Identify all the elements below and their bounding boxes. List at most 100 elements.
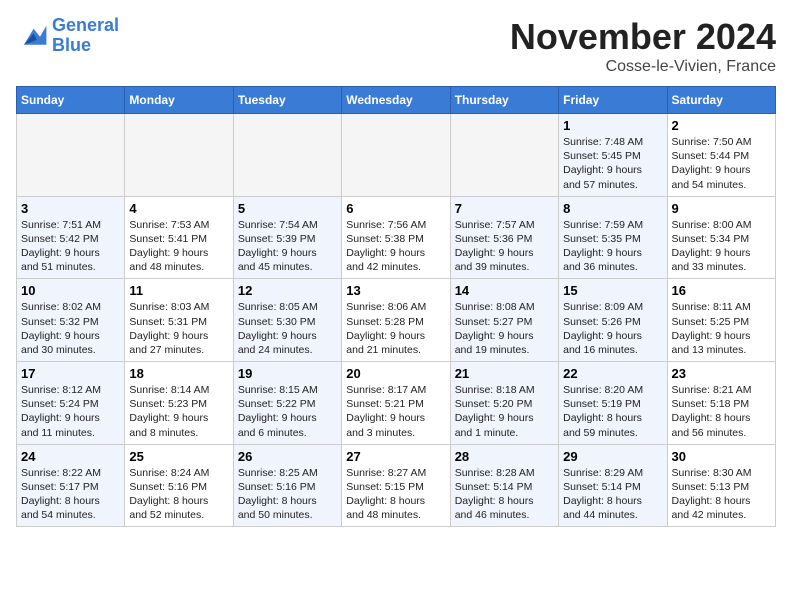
day-info: Sunrise: 8:08 AM Sunset: 5:27 PM Dayligh… [455,300,554,357]
day-info: Sunrise: 8:14 AM Sunset: 5:23 PM Dayligh… [129,383,228,440]
weekday-header-saturday: Saturday [667,87,775,114]
logo-general: General [52,15,119,35]
day-number: 19 [238,366,337,381]
calendar-cell: 21Sunrise: 8:18 AM Sunset: 5:20 PM Dayli… [450,362,558,445]
week-row-2: 3 Sunrise: 7:51 AM Sunset: 5:42 PM Daylig… [17,196,776,279]
day-info: Sunrise: 8:15 AM Sunset: 5:22 PM Dayligh… [238,383,337,440]
header: General Blue November 2024 Cosse-le-Vivi… [16,16,776,76]
title-area: November 2024 Cosse-le-Vivien, France [510,16,776,76]
weekday-header-friday: Friday [559,87,667,114]
week-row-4: 17 Sunrise: 8:12 AM Sunset: 5:24 PM Dayli… [17,362,776,445]
weekday-header-row: SundayMondayTuesdayWednesdayThursdayFrid… [17,87,776,114]
weekday-header-wednesday: Wednesday [342,87,450,114]
day-info: Sunrise: 7:54 AM Sunset: 5:39 PM Dayligh… [238,218,337,275]
calendar-cell [125,114,233,197]
logo-icon [16,22,48,50]
day-info: Sunrise: 8:03 AM Sunset: 5:31 PM Dayligh… [129,300,228,357]
day-number: 15 [563,283,662,298]
day-number: 13 [346,283,445,298]
day-number: 29 [563,449,662,464]
calendar-cell: 5 Sunrise: 7:54 AM Sunset: 5:39 PM Daylig… [233,196,341,279]
day-info: Sunrise: 7:48 AM Sunset: 5:45 PM Dayligh… [563,135,662,192]
day-info: Sunrise: 8:05 AM Sunset: 5:30 PM Dayligh… [238,300,337,357]
calendar-cell: 8 Sunrise: 7:59 AM Sunset: 5:35 PM Daylig… [559,196,667,279]
day-info: Sunrise: 8:00 AM Sunset: 5:34 PM Dayligh… [672,218,771,275]
day-number: 7 [455,201,554,216]
calendar-cell: 13 Sunrise: 8:06 AM Sunset: 5:28 PM Dayli… [342,279,450,362]
day-number: 24 [21,449,120,464]
month-title: November 2024 [510,16,776,58]
day-info: Sunrise: 7:51 AM Sunset: 5:42 PM Dayligh… [21,218,120,275]
day-number: 8 [563,201,662,216]
calendar-cell: 1Sunrise: 7:48 AM Sunset: 5:45 PM Daylig… [559,114,667,197]
day-info: Sunrise: 8:11 AM Sunset: 5:25 PM Dayligh… [672,300,771,357]
calendar-cell: 17 Sunrise: 8:12 AM Sunset: 5:24 PM Dayli… [17,362,125,445]
weekday-header-tuesday: Tuesday [233,87,341,114]
calendar-cell: 7 Sunrise: 7:57 AM Sunset: 5:36 PM Daylig… [450,196,558,279]
calendar-cell: 16Sunrise: 8:11 AM Sunset: 5:25 PM Dayli… [667,279,775,362]
day-info: Sunrise: 8:25 AM Sunset: 5:16 PM Dayligh… [238,466,337,523]
weekday-header-sunday: Sunday [17,87,125,114]
day-info: Sunrise: 8:06 AM Sunset: 5:28 PM Dayligh… [346,300,445,357]
day-info: Sunrise: 7:57 AM Sunset: 5:36 PM Dayligh… [455,218,554,275]
calendar-table: SundayMondayTuesdayWednesdayThursdayFrid… [16,86,776,527]
location: Cosse-le-Vivien, France [510,58,776,76]
calendar-cell: 14 Sunrise: 8:08 AM Sunset: 5:27 PM Dayli… [450,279,558,362]
weekday-header-thursday: Thursday [450,87,558,114]
day-number: 4 [129,201,228,216]
day-info: Sunrise: 8:21 AM Sunset: 5:18 PM Dayligh… [672,383,771,440]
day-info: Sunrise: 8:24 AM Sunset: 5:16 PM Dayligh… [129,466,228,523]
logo-blue: Blue [52,35,91,55]
day-info: Sunrise: 8:22 AM Sunset: 5:17 PM Dayligh… [21,466,120,523]
calendar-cell: 11 Sunrise: 8:03 AM Sunset: 5:31 PM Dayli… [125,279,233,362]
day-number: 6 [346,201,445,216]
day-number: 3 [21,201,120,216]
calendar-cell: 12 Sunrise: 8:05 AM Sunset: 5:30 PM Dayli… [233,279,341,362]
day-info: Sunrise: 7:56 AM Sunset: 5:38 PM Dayligh… [346,218,445,275]
week-row-1: 1Sunrise: 7:48 AM Sunset: 5:45 PM Daylig… [17,114,776,197]
weekday-header-monday: Monday [125,87,233,114]
calendar-cell: 24 Sunrise: 8:22 AM Sunset: 5:17 PM Dayli… [17,444,125,527]
week-row-5: 24 Sunrise: 8:22 AM Sunset: 5:17 PM Dayli… [17,444,776,527]
calendar-cell: 18 Sunrise: 8:14 AM Sunset: 5:23 PM Dayli… [125,362,233,445]
day-number: 20 [346,366,445,381]
day-number: 17 [21,366,120,381]
day-number: 12 [238,283,337,298]
calendar-cell: 26 Sunrise: 8:25 AM Sunset: 5:16 PM Dayli… [233,444,341,527]
calendar-cell: 22Sunrise: 8:20 AM Sunset: 5:19 PM Dayli… [559,362,667,445]
calendar-cell: 25Sunrise: 8:24 AM Sunset: 5:16 PM Dayli… [125,444,233,527]
day-info: Sunrise: 8:27 AM Sunset: 5:15 PM Dayligh… [346,466,445,523]
calendar-cell: 6 Sunrise: 7:56 AM Sunset: 5:38 PM Daylig… [342,196,450,279]
day-number: 11 [129,283,228,298]
calendar-cell [450,114,558,197]
logo: General Blue [16,16,119,56]
calendar-cell: 2 Sunrise: 7:50 AM Sunset: 5:44 PM Daylig… [667,114,775,197]
day-info: Sunrise: 8:28 AM Sunset: 5:14 PM Dayligh… [455,466,554,523]
day-info: Sunrise: 8:02 AM Sunset: 5:32 PM Dayligh… [21,300,120,357]
day-info: Sunrise: 7:53 AM Sunset: 5:41 PM Dayligh… [129,218,228,275]
calendar-cell: 9 Sunrise: 8:00 AM Sunset: 5:34 PM Daylig… [667,196,775,279]
day-info: Sunrise: 7:59 AM Sunset: 5:35 PM Dayligh… [563,218,662,275]
day-info: Sunrise: 7:50 AM Sunset: 5:44 PM Dayligh… [672,135,771,192]
day-number: 14 [455,283,554,298]
day-number: 21 [455,366,554,381]
day-info: Sunrise: 8:09 AM Sunset: 5:26 PM Dayligh… [563,300,662,357]
day-number: 2 [672,118,771,133]
day-info: Sunrise: 8:17 AM Sunset: 5:21 PM Dayligh… [346,383,445,440]
calendar-cell: 19 Sunrise: 8:15 AM Sunset: 5:22 PM Dayli… [233,362,341,445]
day-number: 22 [563,366,662,381]
day-number: 5 [238,201,337,216]
day-number: 18 [129,366,228,381]
calendar-cell: 4 Sunrise: 7:53 AM Sunset: 5:41 PM Daylig… [125,196,233,279]
day-info: Sunrise: 8:29 AM Sunset: 5:14 PM Dayligh… [563,466,662,523]
day-number: 27 [346,449,445,464]
day-number: 9 [672,201,771,216]
day-info: Sunrise: 8:12 AM Sunset: 5:24 PM Dayligh… [21,383,120,440]
week-row-3: 10Sunrise: 8:02 AM Sunset: 5:32 PM Dayli… [17,279,776,362]
day-number: 26 [238,449,337,464]
calendar-cell: 15 Sunrise: 8:09 AM Sunset: 5:26 PM Dayli… [559,279,667,362]
calendar-cell [233,114,341,197]
day-number: 30 [672,449,771,464]
calendar-cell [17,114,125,197]
calendar-cell: 10Sunrise: 8:02 AM Sunset: 5:32 PM Dayli… [17,279,125,362]
